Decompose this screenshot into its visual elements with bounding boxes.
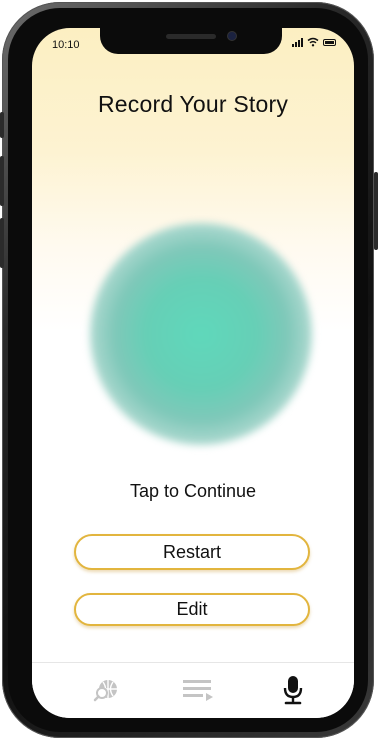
side-button-left-2	[0, 156, 4, 206]
globe-search-icon	[93, 680, 117, 702]
phone-screen: 10:10 Record Your Story Tap to Continue …	[32, 28, 354, 718]
speaker-grille	[166, 34, 216, 39]
tab-bar	[32, 662, 354, 718]
notch	[100, 28, 282, 54]
battery-icon	[323, 38, 336, 46]
tap-to-continue-label: Tap to Continue	[129, 481, 257, 501]
tab-record[interactable]	[273, 673, 313, 707]
playlist-icon	[183, 680, 213, 701]
side-button-left-1	[0, 112, 4, 138]
edit-button[interactable]: Edit	[74, 593, 310, 626]
wifi-icon	[307, 37, 319, 47]
tab-playlist[interactable]	[178, 673, 218, 707]
record-orb[interactable]	[90, 223, 312, 445]
status-time: 10:10	[52, 39, 80, 51]
microphone-icon	[283, 676, 303, 705]
side-button-right	[374, 172, 378, 250]
front-camera	[228, 32, 236, 40]
page-title: Record Your Story	[97, 91, 289, 117]
status-icons	[292, 37, 336, 47]
side-button-left-3	[0, 218, 4, 268]
tab-explore[interactable]	[86, 673, 126, 707]
restart-button[interactable]: Restart	[74, 534, 310, 570]
signal-icon	[292, 37, 303, 47]
